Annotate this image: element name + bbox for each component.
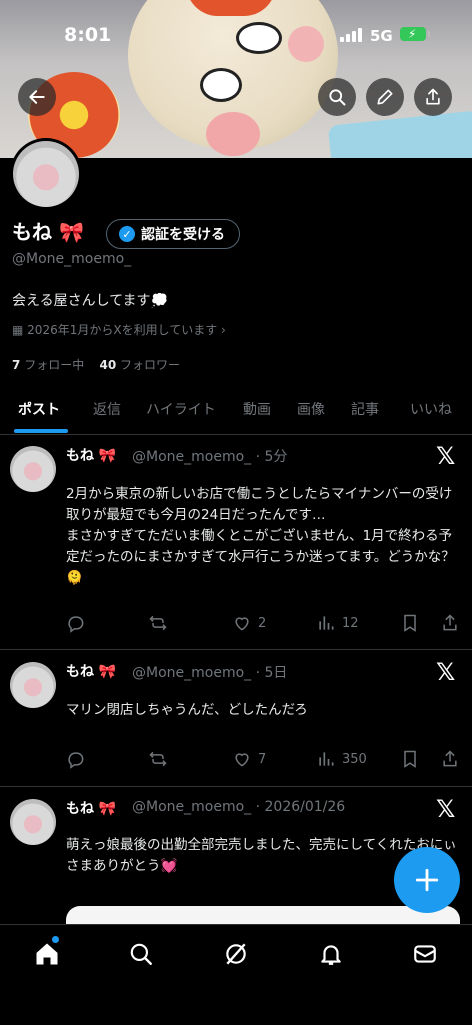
tab-images[interactable]: 画像 — [297, 399, 325, 419]
grok-icon — [226, 943, 246, 965]
repost-button[interactable] — [148, 749, 168, 769]
x-logo-icon: 𝕏 — [436, 442, 456, 470]
tab-articles[interactable]: 記事 — [351, 399, 379, 419]
post-item[interactable]: もね 🎀 @Mone_moemo_ · 5日 𝕏 マリン閉店しちゃうんだ、どした… — [0, 650, 472, 787]
views-icon — [319, 616, 334, 630]
chevron-right-icon: › — [221, 323, 226, 337]
status-bar: 8:01 5G ⚡ — [0, 22, 472, 50]
share-icon — [443, 614, 457, 631]
tab-likes[interactable]: いいね — [410, 399, 452, 419]
status-time: 8:01 — [64, 24, 112, 46]
views-button[interactable]: 12 — [316, 613, 359, 633]
repost-icon — [149, 615, 167, 631]
mail-icon — [414, 945, 436, 963]
nav-notifications[interactable] — [316, 939, 346, 969]
reply-icon — [68, 616, 84, 633]
post-avatar[interactable] — [10, 799, 56, 845]
post-share-button[interactable] — [440, 749, 460, 769]
back-button[interactable] — [18, 78, 56, 116]
post-author-handle: @Mone_moemo_ · 5分 — [132, 449, 288, 465]
post-author-handle: @Mone_moemo_ · 2026/01/26 — [132, 799, 346, 815]
share-button[interactable] — [414, 78, 452, 116]
like-count: 7 — [258, 751, 267, 767]
post-author-name[interactable]: もね 🎀 — [66, 445, 116, 465]
search-icon — [329, 89, 346, 106]
joined-date-link[interactable]: ▦ 2026年1月からXを利用しています › — [12, 321, 226, 338]
get-verified-label: 認証を受ける — [141, 227, 225, 243]
post-actions: 7 350 — [66, 749, 462, 771]
post-author-name[interactable]: もね 🎀 — [66, 661, 116, 681]
reply-button[interactable] — [66, 613, 86, 633]
repost-icon — [149, 751, 167, 767]
nav-search[interactable] — [126, 939, 156, 969]
views-button[interactable]: 350 — [316, 749, 367, 769]
post-share-button[interactable] — [440, 613, 460, 633]
post-text: 2月から東京の新しいお店で働こうとしたらマイナンバーの受け取りが最短でも今月の2… — [66, 486, 455, 586]
share-icon — [426, 88, 440, 105]
x-logo-icon: 𝕏 — [436, 795, 456, 823]
compose-button[interactable] — [394, 847, 460, 913]
nav-grok[interactable] — [221, 939, 251, 969]
repost-button[interactable] — [148, 613, 168, 633]
post-text: マリン閉店しちゃうんだ、どしたんだろ — [66, 702, 308, 718]
search-button[interactable] — [318, 78, 356, 116]
joined-date-text: 2026年1月からXを利用しています — [27, 323, 218, 337]
notification-dot — [52, 936, 59, 943]
nav-home[interactable] — [32, 939, 62, 969]
post-avatar[interactable] — [10, 446, 56, 492]
tab-replies[interactable]: 返信 — [93, 399, 121, 419]
profile-display-name: もね 🎀 — [12, 220, 84, 244]
arrow-left-icon — [29, 90, 45, 104]
post-avatar[interactable] — [10, 662, 56, 708]
tab-highlights[interactable]: ハイライト — [146, 399, 216, 419]
bottom-navigation — [0, 924, 472, 1025]
pencil-icon — [377, 89, 393, 105]
edit-profile-button[interactable] — [366, 78, 404, 116]
post-actions: 2 12 — [66, 613, 462, 635]
verified-check-icon: ✓ — [119, 226, 135, 242]
signal-icon — [340, 28, 362, 42]
post-author-handle: @Mone_moemo_ · 5日 — [132, 665, 288, 681]
x-logo-icon: 𝕏 — [436, 658, 456, 686]
view-count: 350 — [342, 751, 367, 767]
reply-icon — [68, 752, 84, 769]
followers-link[interactable]: 40 フォロワー — [99, 358, 180, 372]
calendar-icon: ▦ — [12, 323, 24, 337]
nav-messages[interactable] — [410, 939, 440, 969]
network-label: 5G — [370, 27, 393, 45]
follow-stats: 7 フォロー中 40 フォロワー — [12, 356, 180, 373]
like-button[interactable]: 2 — [232, 613, 266, 633]
view-count: 12 — [342, 615, 359, 631]
tab-videos[interactable]: 動画 — [243, 399, 271, 419]
heart-icon — [235, 753, 249, 767]
battery-icon: ⚡ — [400, 27, 430, 41]
bookmark-icon — [404, 614, 416, 632]
share-icon — [443, 750, 457, 767]
heart-icon — [235, 617, 249, 631]
bookmark-icon — [404, 750, 416, 768]
search-icon — [130, 943, 152, 965]
following-link[interactable]: 7 フォロー中 — [12, 358, 84, 372]
profile-handle: @Mone_moemo_ — [12, 251, 132, 267]
views-icon — [319, 752, 334, 766]
get-verified-button[interactable]: ✓ 認証を受ける — [106, 219, 240, 249]
profile-bio: 会える屋さんしてます💭 — [12, 293, 168, 309]
post-author-name[interactable]: もね 🎀 — [66, 798, 116, 818]
home-icon — [36, 943, 58, 965]
bell-icon — [321, 945, 341, 965]
reply-button[interactable] — [66, 749, 86, 769]
plus-icon — [415, 868, 439, 892]
profile-tabs: ポスト 返信 ハイライト 動画 画像 記事 いいね — [0, 390, 472, 435]
bookmark-button[interactable] — [400, 613, 420, 633]
like-button[interactable]: 7 — [232, 749, 266, 769]
profile-avatar[interactable] — [10, 138, 82, 210]
like-count: 2 — [258, 615, 267, 631]
active-tab-indicator — [14, 429, 68, 433]
bookmark-button[interactable] — [400, 749, 420, 769]
tab-posts[interactable]: ポスト — [18, 399, 60, 419]
post-item[interactable]: もね 🎀 @Mone_moemo_ · 5分 𝕏 2月から東京の新しいお店で働こ… — [0, 434, 472, 650]
